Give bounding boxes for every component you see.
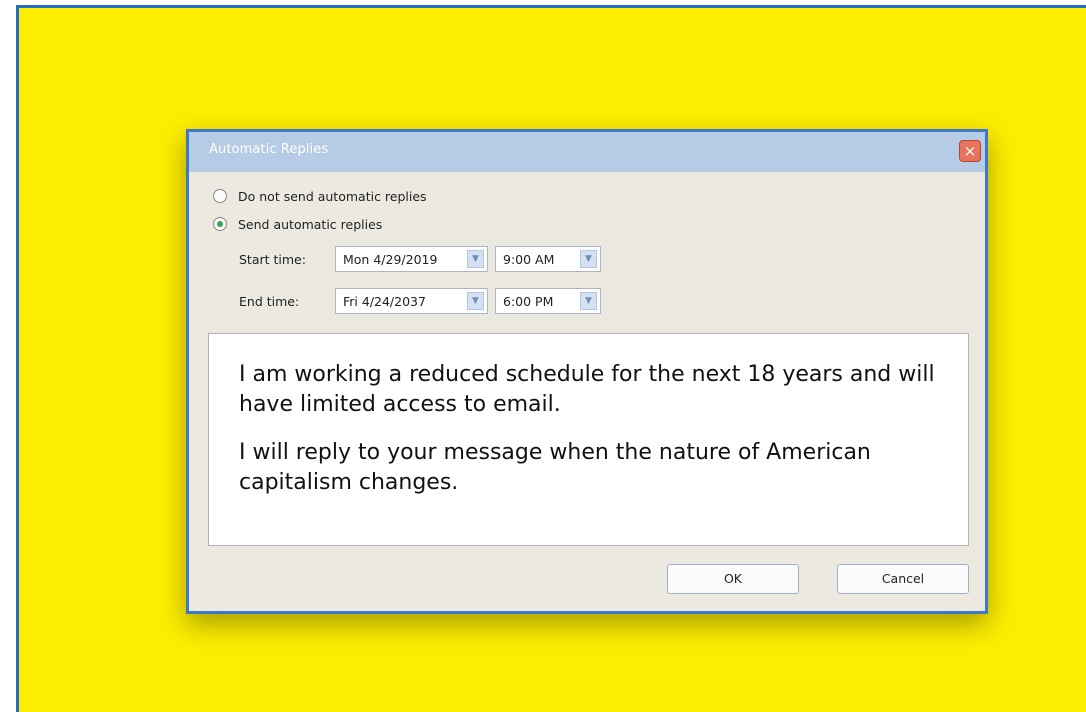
end-time-dropdown[interactable]: 6:00 PM ▼ xyxy=(495,288,601,314)
close-button[interactable]: × xyxy=(959,140,981,162)
chevron-down-icon: ▼ xyxy=(580,250,597,268)
start-time-dropdown[interactable]: 9:00 AM ▼ xyxy=(495,246,601,272)
message-paragraph-1: I am working a reduced schedule for the … xyxy=(239,362,935,417)
ok-button[interactable]: OK xyxy=(667,564,799,594)
chevron-down-icon: ▼ xyxy=(467,292,484,310)
start-time-value: 9:00 AM xyxy=(503,252,555,267)
start-date-value: Mon 4/29/2019 xyxy=(343,252,438,267)
cancel-button[interactable]: Cancel xyxy=(837,564,969,594)
end-time-value: 6:00 PM xyxy=(503,294,554,309)
end-date-value: Fri 4/24/2037 xyxy=(343,294,426,309)
option-send[interactable]: Send automatic replies xyxy=(213,214,382,234)
title-bar[interactable]: Automatic Replies × xyxy=(189,132,985,172)
end-time-label: End time: xyxy=(239,294,300,309)
reply-message-textarea[interactable]: I am working a reduced schedule for the … xyxy=(208,333,969,546)
chevron-down-icon: ▼ xyxy=(467,250,484,268)
start-time-label: Start time: xyxy=(239,252,306,267)
option-do-not-send-label: Do not send automatic replies xyxy=(238,188,427,204)
option-send-label: Send automatic replies xyxy=(238,216,383,232)
radio-do-not-send[interactable] xyxy=(213,189,227,203)
end-date-dropdown[interactable]: Fri 4/24/2037 ▼ xyxy=(335,288,488,314)
start-date-dropdown[interactable]: Mon 4/29/2019 ▼ xyxy=(335,246,488,272)
chevron-down-icon: ▼ xyxy=(580,292,597,310)
automatic-replies-dialog: Automatic Replies × Do not send automati… xyxy=(186,129,988,614)
close-icon: × xyxy=(963,142,977,160)
message-paragraph-2: I will reply to your message when the na… xyxy=(239,440,871,495)
dialog-title: Automatic Replies xyxy=(209,142,329,157)
background-frame: Automatic Replies × Do not send automati… xyxy=(16,5,1086,712)
option-do-not-send[interactable]: Do not send automatic replies xyxy=(213,186,427,206)
radio-send[interactable] xyxy=(213,217,227,231)
